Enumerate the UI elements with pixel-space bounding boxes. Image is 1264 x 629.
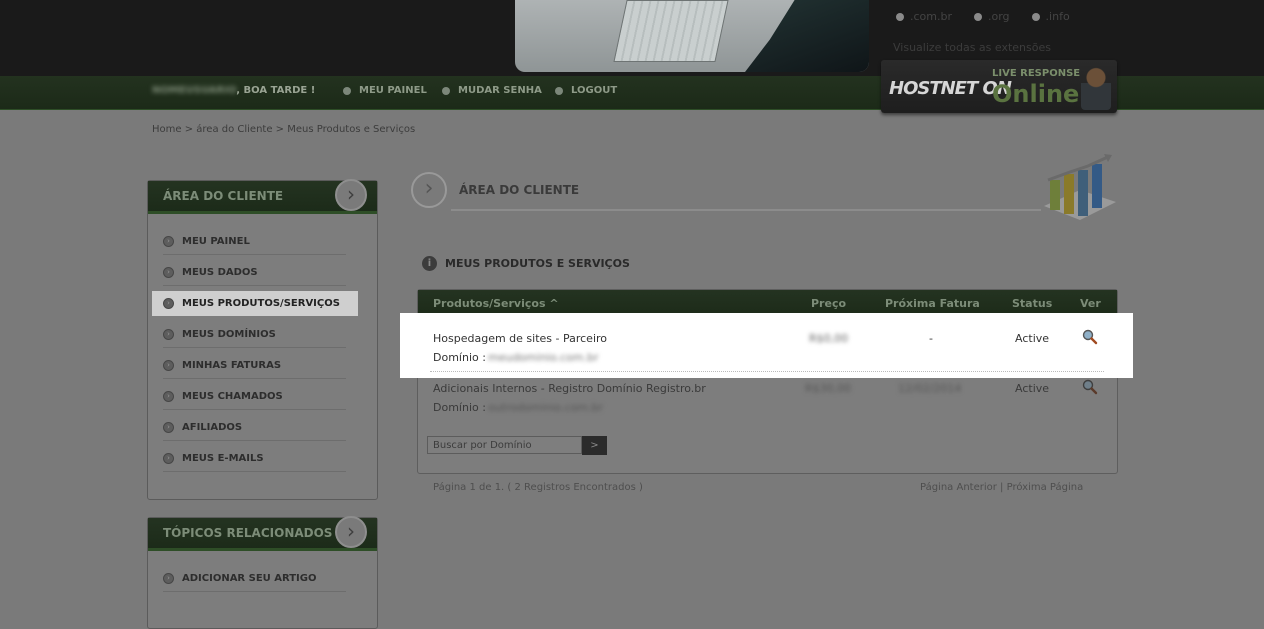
sidebar-item-meu-painel[interactable]: › MEU PAINEL	[148, 224, 377, 255]
next-invoice: 12/02/2014	[898, 382, 962, 395]
sidebar-item-meus-chamados[interactable]: › MEUS CHAMADOS	[148, 379, 377, 410]
sidebar-item-minhas-faturas[interactable]: › MINHAS FATURAS	[148, 348, 377, 379]
bullet-icon	[343, 86, 351, 95]
info-icon: i	[422, 256, 437, 271]
col-header-preco[interactable]: Preço	[811, 297, 846, 310]
chevron-right-icon: ›	[163, 422, 174, 433]
domain-value: meudominio.com.br	[488, 351, 599, 364]
sidebar-item-meus-produtos[interactable]: › MEUS PRODUTOS/SERVIÇOS	[148, 286, 377, 317]
view-details-icon[interactable]	[1082, 379, 1098, 395]
sidebar-related-title: TÓPICOS RELACIONADOS	[163, 526, 333, 540]
sidebar-title: ÁREA DO CLIENTE	[163, 189, 284, 203]
nav-link-logout[interactable]: LOGOUT	[555, 85, 617, 96]
sidebar-client-area: ÁREA DO CLIENTE › › MEU PAINEL › MEUS DADO…	[147, 179, 378, 500]
chevron-right-icon: ›	[163, 573, 174, 584]
domain-option-combr[interactable]: .com.br	[896, 10, 952, 23]
product-name[interactable]: Hospedagem de sites - Parceiro	[433, 332, 607, 345]
bullet-icon	[555, 86, 563, 95]
chevron-right-icon: ›	[163, 298, 174, 309]
user-name: NOMEUSUARIO	[152, 85, 237, 96]
support-agent-icon	[1081, 65, 1111, 110]
pager-info: Página 1 de 1. ( 2 Registros Encontrados…	[433, 482, 643, 493]
radio-icon[interactable]	[896, 12, 904, 21]
bullet-icon	[442, 86, 450, 95]
domain-label: Domínio :	[433, 351, 486, 364]
chevron-right-icon: ›	[163, 453, 174, 464]
sidebar-item-meus-dados[interactable]: › MEUS DADOS	[148, 255, 377, 286]
page-title: ÁREA DO CLIENTE	[459, 183, 580, 197]
sidebar-item-meus-emails[interactable]: › MEUS E-MAILS	[148, 441, 377, 472]
chevron-right-icon: ›	[335, 179, 367, 211]
pager-next-link[interactable]: Próxima Página	[1007, 482, 1084, 493]
businessman-graphic	[745, 0, 869, 72]
view-all-extensions-link[interactable]: Visualize todas as extensões	[893, 41, 1051, 54]
pager-prev-link[interactable]: Página Anterior	[920, 482, 997, 493]
pager-nav: Página Anterior | Próxima Página	[920, 482, 1083, 493]
price: R$30,00	[805, 382, 852, 395]
sidebar-item-adicionar-artigo[interactable]: › ADICIONAR SEU ARTIGO	[148, 561, 377, 592]
radio-icon[interactable]	[1031, 12, 1040, 21]
chevron-right-icon: ›	[163, 391, 174, 402]
domain-search-input[interactable]: Buscar por Domínio	[427, 436, 582, 454]
chevron-right-icon: ›	[163, 236, 174, 247]
price: R$0,00	[809, 332, 849, 345]
chevron-right-icon: ›	[163, 267, 174, 278]
section-title: i MEUS PRODUTOS E SERVIÇOS	[422, 256, 630, 271]
nav-link-meu-painel[interactable]: MEU PAINEL	[343, 85, 427, 96]
chevron-right-icon: ›	[335, 516, 367, 548]
sidebar-item-afiliados[interactable]: › AFILIADOS	[148, 410, 377, 441]
col-header-status[interactable]: Status	[1012, 297, 1052, 310]
product-name[interactable]: Adicionais Internos - Registro Domínio R…	[433, 382, 706, 395]
sidebar-related-topics: TÓPICOS RELACIONADOS › › ADICIONAR SEU AR…	[147, 516, 378, 629]
col-header-proxima-fatura[interactable]: Próxima Fatura	[885, 297, 980, 310]
chevron-right-icon: ›	[163, 329, 174, 340]
sidebar-header: TÓPICOS RELACIONADOS ›	[148, 516, 377, 551]
header-banner-image	[515, 0, 869, 72]
col-header-ver: Ver	[1080, 297, 1101, 310]
bar-chart-icon	[1044, 154, 1116, 220]
online-status: Online	[992, 80, 1080, 108]
next-invoice: -	[929, 332, 933, 345]
main-title-bar: › ÁREA DO CLIENTE	[411, 172, 1041, 212]
user-greeting: NOMEUSUARIO, BOA TARDE !	[152, 85, 316, 96]
row-divider	[430, 371, 1104, 372]
domain-extension-options: .com.br .org .info	[896, 10, 1070, 23]
pager-separator: |	[1000, 482, 1004, 493]
title-divider	[451, 209, 1041, 211]
domain-option-org[interactable]: .org	[974, 10, 1010, 23]
radio-icon[interactable]	[974, 12, 982, 21]
chevron-right-icon: ›	[163, 360, 174, 371]
chevron-right-icon: ›	[411, 172, 447, 208]
table-row[interactable]	[400, 313, 1133, 378]
breadcrumb[interactable]: Home > área do Cliente > Meus Produtos e…	[152, 124, 415, 135]
domain-value: outrodominio.com.br	[488, 401, 604, 414]
domain-option-info[interactable]: .info	[1031, 10, 1070, 23]
view-details-icon[interactable]	[1082, 329, 1098, 345]
sidebar-header: ÁREA DO CLIENTE ›	[148, 179, 377, 214]
live-response-label: LIVE RESPONSE	[992, 68, 1081, 79]
sidebar-item-meus-dominios[interactable]: › MEUS DOMÍNIOS	[148, 317, 377, 348]
status-badge: Active	[1015, 382, 1050, 395]
domain-label: Domínio :	[433, 401, 486, 414]
col-header-produtos[interactable]: Produtos/Serviços ^	[433, 297, 559, 310]
laptop-screen-graphic	[613, 0, 729, 62]
status-badge: Active	[1015, 332, 1050, 345]
live-response-widget[interactable]: HOSTNET ON LIVE RESPONSE Online	[881, 60, 1117, 113]
nav-link-mudar-senha[interactable]: MUDAR SENHA	[442, 85, 542, 96]
search-button[interactable]: >	[582, 436, 607, 455]
